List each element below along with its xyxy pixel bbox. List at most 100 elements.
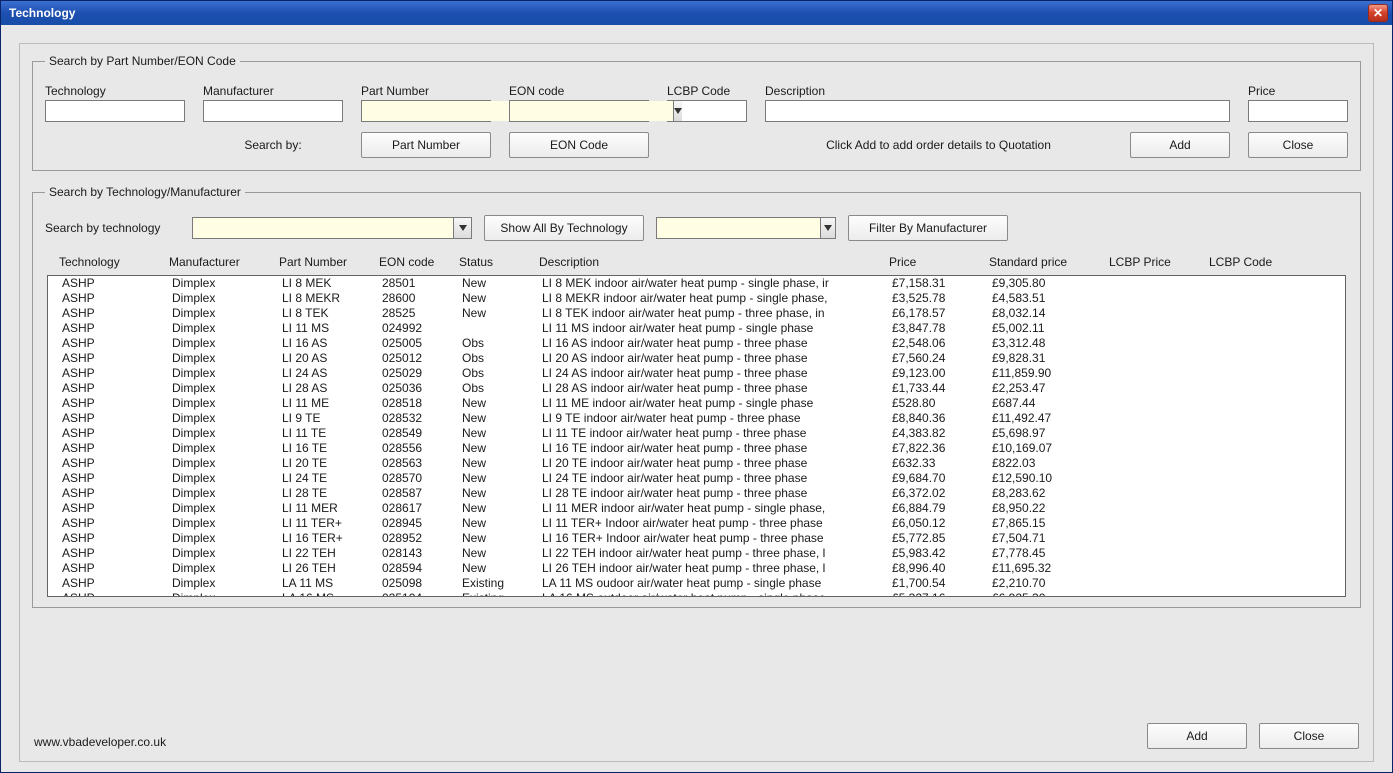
part-number-label: Part Number — [361, 84, 491, 98]
list-item[interactable]: ASHPDimplexLI 8 TEK28525NewLI 8 TEK indo… — [48, 306, 1345, 321]
cell-manufacturer: Dimplex — [166, 486, 276, 501]
manufacturer-label: Manufacturer — [203, 84, 343, 98]
chevron-down-icon — [459, 225, 467, 231]
col-lcbp-price: LCBP Price — [1103, 253, 1203, 271]
eon-code-combo-input[interactable] — [510, 101, 673, 121]
eon-code-combo[interactable] — [509, 100, 649, 122]
add-button-top[interactable]: Add — [1130, 132, 1230, 158]
cell-technology: ASHP — [56, 381, 166, 396]
cell-description: LA 11 MS oudoor air/water heat pump - si… — [536, 576, 886, 591]
cell-description: LI 24 TE indoor air/water heat pump - th… — [536, 471, 886, 486]
cell-eon-code: 28600 — [376, 291, 456, 306]
cell-lcbp-price — [1106, 291, 1206, 306]
cell-eon-code: 025012 — [376, 351, 456, 366]
list-item[interactable]: ASHPDimplexLI 9 TE028532NewLI 9 TE indoo… — [48, 411, 1345, 426]
window-close-button[interactable]: ✕ — [1368, 4, 1388, 22]
list-item[interactable]: ASHPDimplexLI 11 TE028549NewLI 11 TE ind… — [48, 426, 1345, 441]
cell-part-number: LI 20 TE — [276, 456, 376, 471]
search-part-number-button[interactable]: Part Number — [361, 132, 491, 158]
cell-eon-code: 028563 — [376, 456, 456, 471]
close-button-top[interactable]: Close — [1248, 132, 1348, 158]
cell-price: £4,383.82 — [886, 426, 986, 441]
list-item[interactable]: ASHPDimplexLI 11 MS024992LI 11 MS indoor… — [48, 321, 1345, 336]
list-item[interactable]: ASHPDimplexLI 28 AS025036ObsLI 28 AS ind… — [48, 381, 1345, 396]
price-input[interactable] — [1248, 100, 1348, 122]
cell-price: £7,822.36 — [886, 441, 986, 456]
cell-lcbp-price — [1106, 426, 1206, 441]
cell-eon-code: 028587 — [376, 486, 456, 501]
list-item[interactable]: ASHPDimplexLI 22 TEH028143NewLI 22 TEH i… — [48, 546, 1345, 561]
list-item[interactable]: ASHPDimplexLI 8 MEKR28600NewLI 8 MEKR in… — [48, 291, 1345, 306]
list-item[interactable]: ASHPDimplexLA 11 MS025098ExistingLA 11 M… — [48, 576, 1345, 591]
filter-by-manufacturer-button[interactable]: Filter By Manufacturer — [848, 215, 1008, 241]
cell-technology: ASHP — [56, 411, 166, 426]
cell-lcbp-code — [1206, 516, 1306, 531]
manufacturer-filter-combo[interactable] — [656, 217, 836, 239]
cell-standard-price: £3,312.48 — [986, 336, 1106, 351]
manufacturer-filter-button[interactable] — [820, 218, 835, 238]
list-item[interactable]: ASHPDimplexLA 16 MS025104ExistingLA 16 M… — [48, 591, 1345, 597]
cell-price: £528.80 — [886, 396, 986, 411]
cell-technology: ASHP — [56, 291, 166, 306]
cell-technology: ASHP — [56, 531, 166, 546]
list-item[interactable]: ASHPDimplexLI 11 ME028518NewLI 11 ME ind… — [48, 396, 1345, 411]
cell-standard-price: £8,283.62 — [986, 486, 1106, 501]
list-item[interactable]: ASHPDimplexLI 28 TE028587NewLI 28 TE ind… — [48, 486, 1345, 501]
eon-code-combo-button[interactable] — [673, 101, 682, 121]
list-item[interactable]: ASHPDimplexLI 16 AS025005ObsLI 16 AS ind… — [48, 336, 1345, 351]
technology-filter-button[interactable] — [453, 218, 471, 238]
list-item[interactable]: ASHPDimplexLI 8 MEK28501NewLI 8 MEK indo… — [48, 276, 1345, 291]
list-item[interactable]: ASHPDimplexLI 24 TE028570NewLI 24 TE ind… — [48, 471, 1345, 486]
cell-eon-code: 028143 — [376, 546, 456, 561]
show-all-by-technology-button[interactable]: Show All By Technology — [484, 215, 644, 241]
cell-price: £7,158.31 — [886, 276, 986, 291]
cell-part-number: LI 8 MEK — [276, 276, 376, 291]
list-item[interactable]: ASHPDimplexLI 11 MER028617NewLI 11 MER i… — [48, 501, 1345, 516]
cell-part-number: LI 20 AS — [276, 351, 376, 366]
cell-lcbp-code — [1206, 546, 1306, 561]
part-number-combo-input[interactable] — [362, 101, 525, 121]
cell-part-number: LI 16 TE — [276, 441, 376, 456]
cell-lcbp-price — [1106, 351, 1206, 366]
manufacturer-input[interactable] — [203, 100, 343, 122]
cell-price: £7,560.24 — [886, 351, 986, 366]
list-item[interactable]: ASHPDimplexLI 20 TE028563NewLI 20 TE ind… — [48, 456, 1345, 471]
list-item[interactable]: ASHPDimplexLI 20 AS025012ObsLI 20 AS ind… — [48, 351, 1345, 366]
list-item[interactable]: ASHPDimplexLI 16 TER+028952NewLI 16 TER+… — [48, 531, 1345, 546]
close-button-bottom[interactable]: Close — [1259, 723, 1359, 749]
cell-technology: ASHP — [56, 441, 166, 456]
cell-status: Existing — [456, 591, 536, 597]
technology-filter-combo[interactable] — [192, 217, 472, 239]
list-item[interactable]: ASHPDimplexLI 16 TE028556NewLI 16 TE ind… — [48, 441, 1345, 456]
list-item[interactable]: ASHPDimplexLI 26 TEH028594NewLI 26 TEH i… — [48, 561, 1345, 576]
cell-eon-code: 025098 — [376, 576, 456, 591]
cell-status: New — [456, 441, 536, 456]
cell-manufacturer: Dimplex — [166, 351, 276, 366]
cell-lcbp-price — [1106, 561, 1206, 576]
cell-lcbp-price — [1106, 486, 1206, 501]
add-button-bottom[interactable]: Add — [1147, 723, 1247, 749]
manufacturer-filter-input[interactable] — [657, 218, 820, 238]
cell-eon-code: 025036 — [376, 381, 456, 396]
technology-input[interactable] — [45, 100, 185, 122]
cell-status: New — [456, 516, 536, 531]
cell-description: LI 24 AS indoor air/water heat pump - th… — [536, 366, 886, 381]
cell-technology: ASHP — [56, 486, 166, 501]
cell-part-number: LI 11 ME — [276, 396, 376, 411]
cell-status: New — [456, 426, 536, 441]
eon-code-label: EON code — [509, 84, 649, 98]
list-item[interactable]: ASHPDimplexLI 11 TER+028945NewLI 11 TER+… — [48, 516, 1345, 531]
search-eon-code-button[interactable]: EON Code — [509, 132, 649, 158]
part-number-combo[interactable] — [361, 100, 491, 122]
list-item[interactable]: ASHPDimplexLI 24 AS025029ObsLI 24 AS ind… — [48, 366, 1345, 381]
results-listbox[interactable]: ASHPDimplexLI 8 MEK28501NewLI 8 MEK indo… — [47, 275, 1346, 597]
description-label: Description — [765, 84, 1230, 98]
cell-standard-price: £822.03 — [986, 456, 1106, 471]
cell-manufacturer: Dimplex — [166, 471, 276, 486]
cell-eon-code: 28525 — [376, 306, 456, 321]
cell-standard-price: £5,698.97 — [986, 426, 1106, 441]
cell-description: LI 8 TEK indoor air/water heat pump - th… — [536, 306, 886, 321]
cell-standard-price: £4,583.51 — [986, 291, 1106, 306]
description-input[interactable] — [765, 100, 1230, 122]
technology-filter-input[interactable] — [193, 218, 453, 238]
